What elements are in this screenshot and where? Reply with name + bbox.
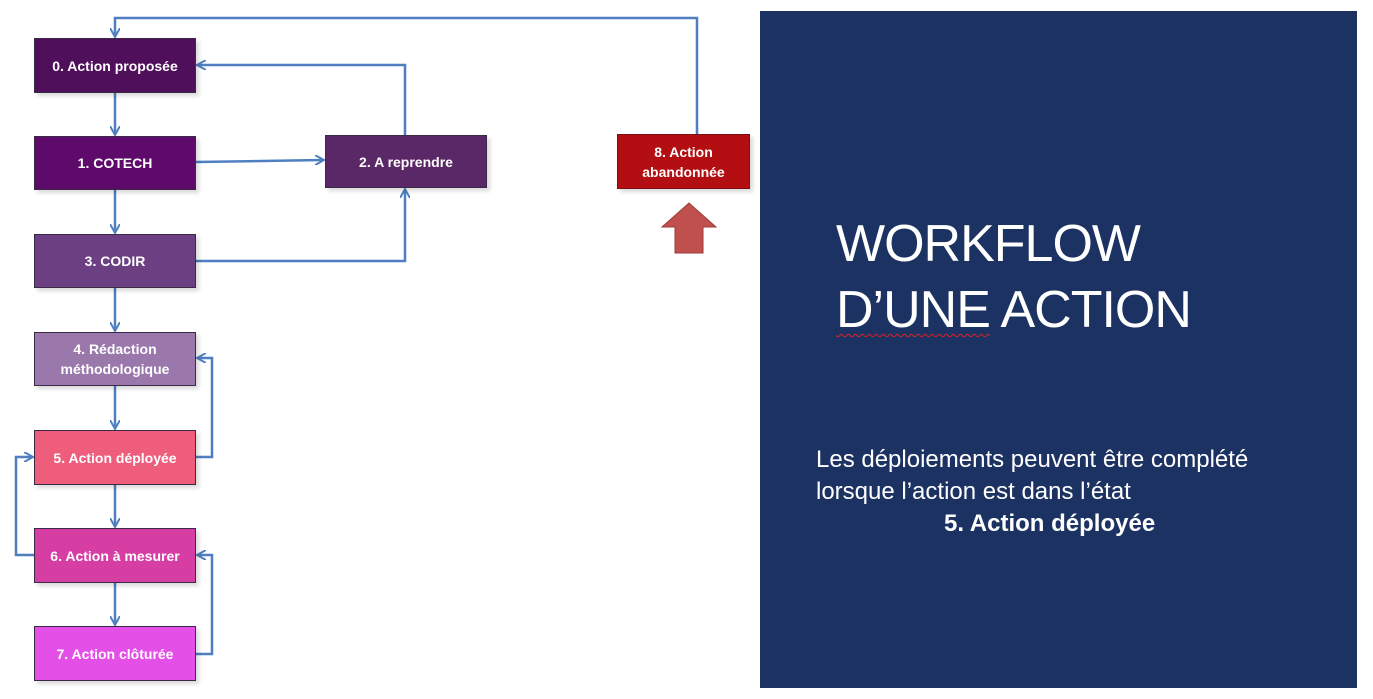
panel-description: Les déploiements peuvent être complété l… [816,444,1316,540]
node-action-a-mesurer[interactable]: 6. Action à mesurer [34,528,196,583]
node-action-cloturee[interactable]: 7. Action clôturée [34,626,196,681]
node-action-abandonnee[interactable]: 8. Action abandonnée [617,134,750,189]
node-action-proposee[interactable]: 0. Action proposée [34,38,196,93]
node-a-reprendre[interactable]: 2. A reprendre [325,135,487,188]
desc-state: 5. Action déployée [944,510,1156,537]
node-label: 7. Action clôturée [56,645,174,662]
node-label: 0. Action proposée [52,57,178,74]
node-label: 8. Action abandonnée [642,143,725,180]
desc-line-2: lorsque l’action est dans l’état [816,478,1131,505]
node-cotech[interactable]: 1. COTECH [34,136,196,190]
arrow-6-to-5 [14,457,34,557]
node-label: 3. CODIR [84,253,146,269]
title-line-2-rest: ACTION [989,281,1191,339]
node-codir[interactable]: 3. CODIR [34,234,196,288]
title-line-1: WORKFLOW [836,215,1141,273]
up-arrow-icon [660,202,718,254]
desc-line-1: Les déploiements peuvent être complété [816,446,1249,473]
arrow-5-to-4 [196,358,214,459]
node-action-deployee[interactable]: 5. Action déployée [34,430,196,485]
arrow-2-to-0 [198,65,407,135]
arrow-1-to-2 [195,160,323,162]
arrow-7-to-6 [196,555,214,656]
panel-title: WORKFLOW D’UNE ACTION [836,211,1192,343]
node-label: 1. COTECH [77,155,153,171]
title-line-2-underlined: D’UNE [836,281,991,339]
node-label: 2. A reprendre [359,153,453,170]
node-label: 5. Action déployée [53,449,177,466]
node-redaction-methodologique[interactable]: 4. Rédaction méthodologique [34,332,196,386]
arrow-3-to-2 [196,190,405,263]
node-label: 6. Action à mesurer [50,547,180,564]
node-label: 4. Rédaction méthodologique [60,341,170,377]
info-panel: WORKFLOW D’UNE ACTION Les déploiements p… [760,11,1357,688]
